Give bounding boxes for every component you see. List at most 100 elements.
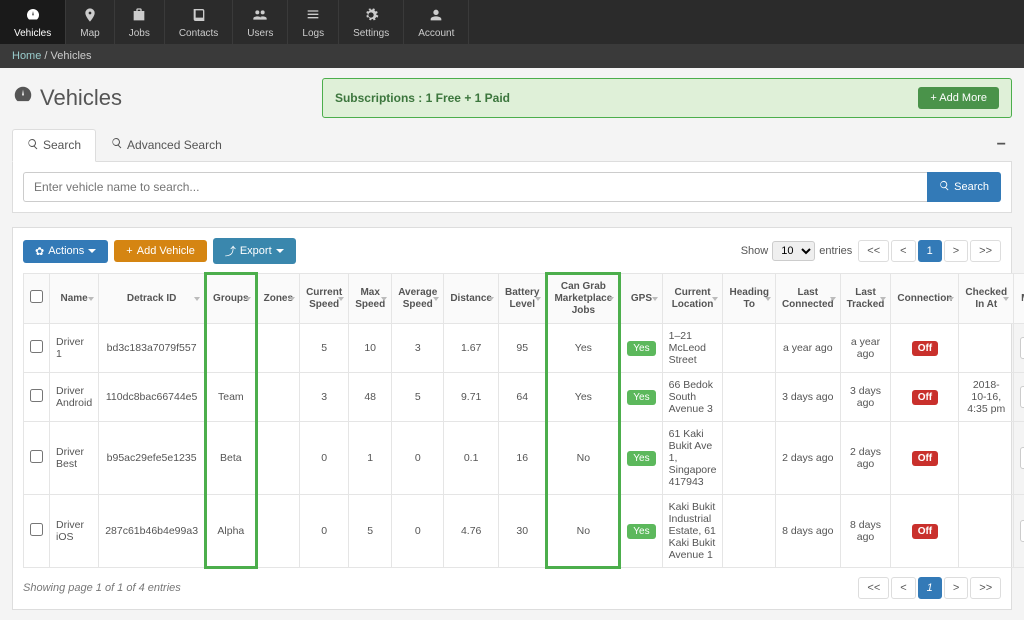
col-battery-level[interactable]: Battery Level (499, 274, 547, 324)
briefcase-icon (131, 7, 147, 28)
row-checkbox[interactable] (30, 389, 43, 402)
pager-bottom: << < 1 > >> (858, 577, 1001, 599)
cell: 10 (349, 324, 392, 373)
col-max-speed[interactable]: Max Speed (349, 274, 392, 324)
cell: 8 days ago (840, 495, 891, 568)
cell: bd3c183a7079f557 (99, 324, 206, 373)
map-button[interactable] (1020, 520, 1024, 542)
chevron-down-icon (88, 249, 96, 253)
col-can-grab-marketplace-jobs[interactable]: Can Grab Marketplace Jobs (547, 274, 620, 324)
cell (24, 324, 50, 373)
cell (256, 373, 299, 422)
col-last-connected[interactable]: Last Connected (775, 274, 840, 324)
minimize-button[interactable]: − (991, 136, 1012, 154)
pager-first[interactable]: << (858, 577, 889, 599)
cell: 1.67 (444, 324, 499, 373)
row-checkbox[interactable] (30, 523, 43, 536)
connection-badge: Off (912, 341, 938, 356)
cell: 5 (300, 324, 349, 373)
search-icon (939, 180, 950, 194)
pager-next[interactable]: > (944, 577, 968, 599)
book-icon (191, 7, 207, 28)
search-icon (111, 137, 123, 152)
nav-logs[interactable]: Logs (288, 0, 339, 44)
col-connection[interactable]: Connection (891, 274, 959, 324)
pager-first[interactable]: << (858, 240, 889, 262)
gps-badge: Yes (627, 341, 655, 356)
pager-prev[interactable]: < (891, 577, 915, 599)
cell: 30 (499, 495, 547, 568)
col-map[interactable]: Map (1014, 274, 1024, 324)
pager-next[interactable]: > (944, 240, 968, 262)
cell: 110dc8bac66744e5 (99, 373, 206, 422)
list-icon (305, 7, 321, 28)
pin-icon (82, 7, 98, 28)
col-current-speed[interactable]: Current Speed (300, 274, 349, 324)
col-heading-to[interactable]: Heading To (723, 274, 775, 324)
page-title: Vehicles (12, 84, 122, 112)
cell: Driver Best (50, 422, 99, 495)
row-checkbox[interactable] (30, 340, 43, 353)
nav-contacts[interactable]: Contacts (165, 0, 233, 44)
nav-users[interactable]: Users (233, 0, 288, 44)
col-detrack-id[interactable]: Detrack ID (99, 274, 206, 324)
select-all-checkbox[interactable] (30, 290, 43, 303)
search-button[interactable]: Search (927, 172, 1001, 202)
cell: 3 days ago (775, 373, 840, 422)
page-size-select[interactable]: 10 (772, 241, 815, 261)
cell (24, 373, 50, 422)
cell: 287c61b46b4e99a3 (99, 495, 206, 568)
search-panel: Search (12, 162, 1012, 213)
actions-label: Actions (48, 245, 84, 257)
row-checkbox[interactable] (30, 450, 43, 463)
vehicles-table: NameDetrack IDGroupsZonesCurrent SpeedMa… (23, 272, 1024, 569)
nav-vehicles[interactable]: Vehicles (0, 0, 66, 44)
nav-label: Users (247, 28, 273, 39)
breadcrumb-home[interactable]: Home (12, 50, 41, 62)
cell: a year ago (775, 324, 840, 373)
pager-last[interactable]: >> (970, 240, 1001, 262)
col-last-tracked[interactable]: Last Tracked (840, 274, 891, 324)
pager-page[interactable]: 1 (918, 240, 942, 262)
add-vehicle-button[interactable]: + Add Vehicle (114, 240, 207, 262)
cell: Alpha (206, 495, 257, 568)
col-zones[interactable]: Zones (256, 274, 299, 324)
tab-advanced-search[interactable]: Advanced Search (96, 128, 237, 161)
map-button[interactable] (1020, 386, 1024, 408)
col-checked-in-at[interactable]: Checked In At (959, 274, 1014, 324)
add-more-button[interactable]: + Add More (918, 87, 999, 109)
map-button[interactable] (1020, 337, 1024, 359)
connection-badge: Off (912, 524, 938, 539)
cell: Off (891, 324, 959, 373)
col-average-speed[interactable]: Average Speed (392, 274, 444, 324)
col-distance[interactable]: Distance (444, 274, 499, 324)
cell: Off (891, 495, 959, 568)
nav-settings[interactable]: Settings (339, 0, 404, 44)
actions-button[interactable]: ✿ Actions (23, 240, 108, 263)
nav-jobs[interactable]: Jobs (115, 0, 165, 44)
pager-prev[interactable]: < (891, 240, 915, 262)
cell (959, 324, 1014, 373)
col-groups[interactable]: Groups (206, 274, 257, 324)
cell: 0 (392, 422, 444, 495)
map-button[interactable] (1020, 447, 1024, 469)
page-title-text: Vehicles (40, 85, 122, 111)
col-current-location[interactable]: Current Location (662, 274, 723, 324)
tab-search[interactable]: Search (12, 129, 96, 162)
export-button[interactable]: ⤴ Export (213, 238, 296, 264)
pager-page[interactable]: 1 (918, 577, 942, 599)
gear-icon: ✿ (35, 245, 44, 258)
nav-map[interactable]: Map (66, 0, 114, 44)
col-name[interactable]: Name (50, 274, 99, 324)
search-input[interactable] (23, 172, 927, 202)
cell (24, 495, 50, 568)
cell (1014, 373, 1024, 422)
cell: 5 (392, 373, 444, 422)
pager-last[interactable]: >> (970, 577, 1001, 599)
nav-account[interactable]: Account (404, 0, 469, 44)
cell: 64 (499, 373, 547, 422)
cell: 3 (392, 324, 444, 373)
top-nav: VehiclesMapJobsContacts Users LogsSettings… (0, 0, 1024, 44)
chevron-down-icon (276, 249, 284, 253)
col-gps[interactable]: GPS (620, 274, 662, 324)
